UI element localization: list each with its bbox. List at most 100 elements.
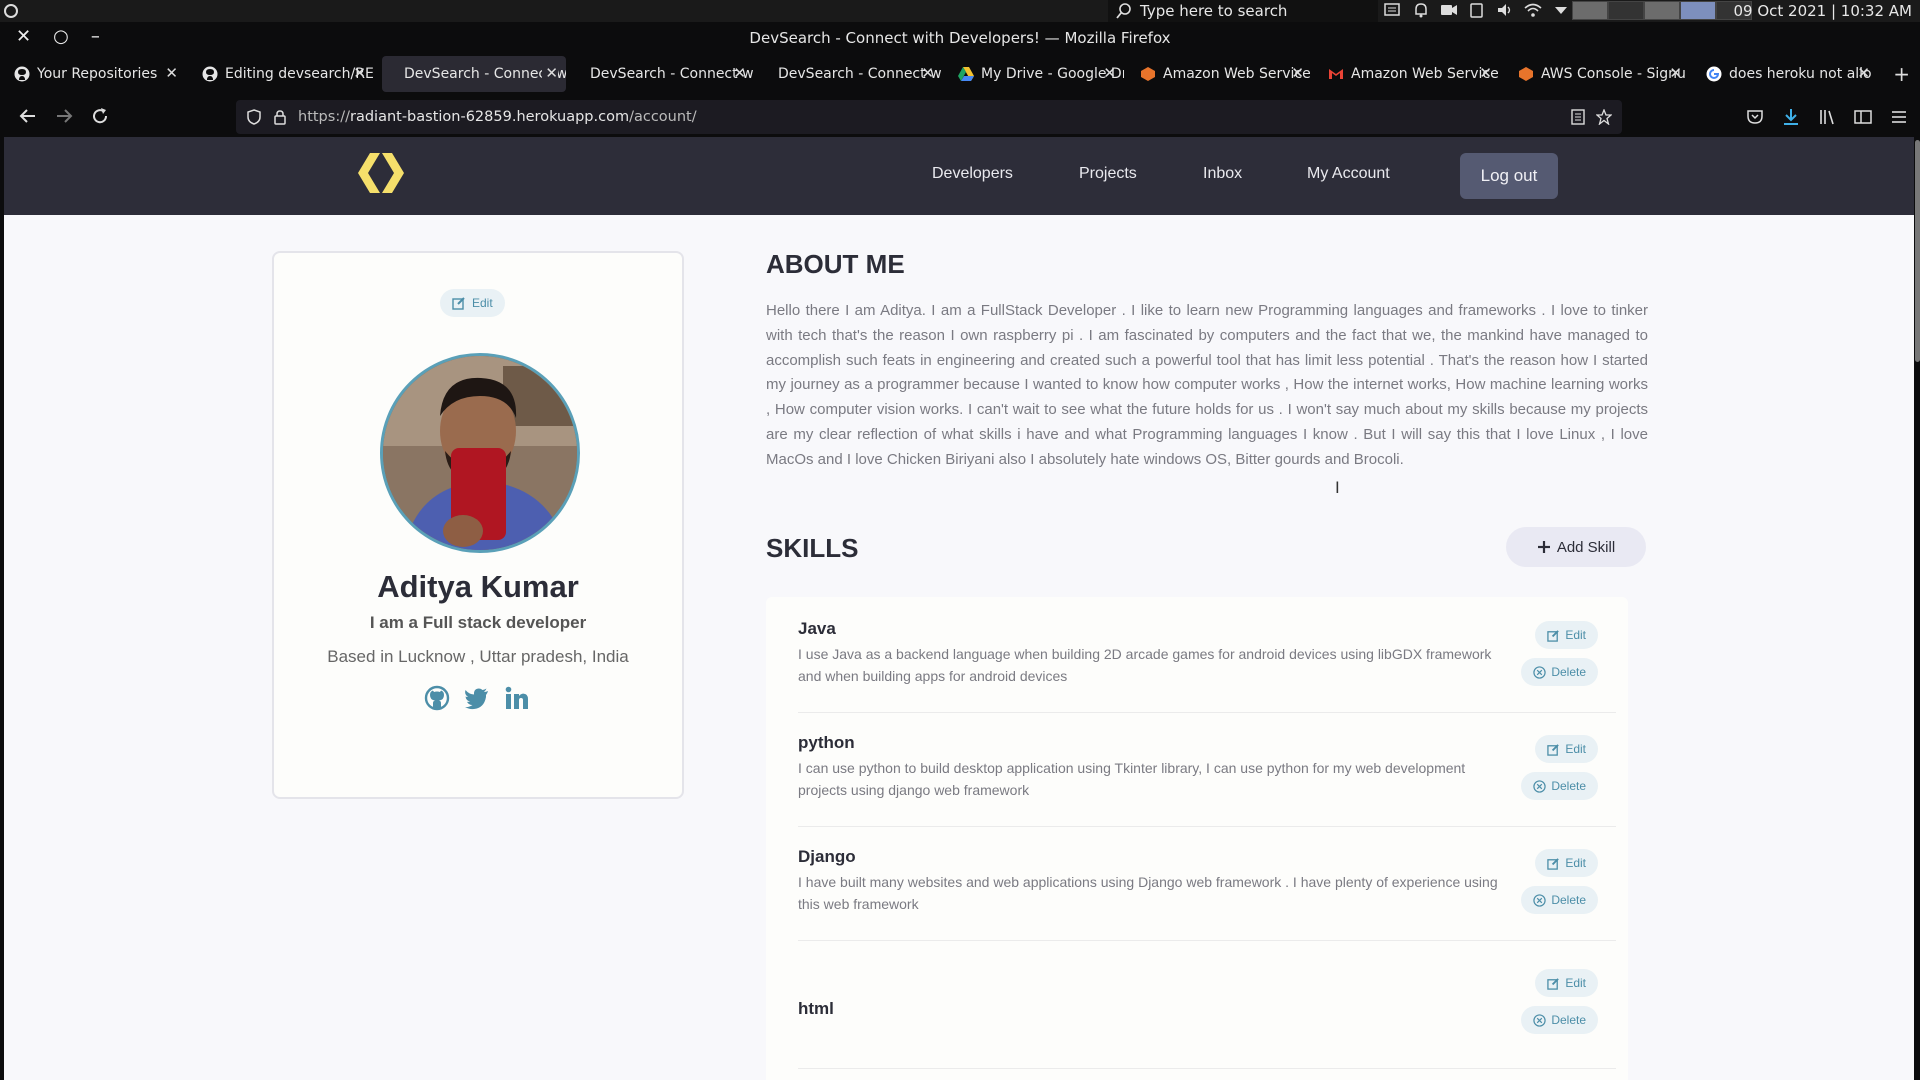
shield-icon[interactable]	[246, 109, 262, 125]
desktop-3[interactable]	[1644, 1, 1680, 20]
nav-inbox[interactable]: Inbox	[1203, 165, 1242, 183]
delete-skill-button[interactable]: Delete	[1521, 772, 1598, 800]
skill-name: python	[798, 733, 855, 752]
url-text[interactable]: https://radiant-bastion-62859.herokuapp.…	[298, 109, 697, 125]
back-arrow-icon[interactable]	[18, 106, 38, 126]
nav-projects[interactable]: Projects	[1079, 165, 1137, 183]
devsearch-logo-icon[interactable]	[356, 151, 406, 195]
volume-icon[interactable]	[1496, 2, 1514, 18]
delete-skill-label: Delete	[1551, 779, 1586, 793]
library-icon[interactable]	[1818, 108, 1836, 126]
edit-skill-button[interactable]: Edit	[1535, 735, 1598, 763]
clipboard-icon[interactable]	[1468, 2, 1486, 18]
close-icon[interactable]: ✕	[1288, 64, 1304, 82]
aws-icon	[1141, 67, 1155, 81]
chevron-down-icon[interactable]	[1552, 2, 1570, 18]
url-bar[interactable]: https://radiant-bastion-62859.herokuapp.…	[236, 100, 1622, 134]
edit-icon	[1547, 857, 1560, 870]
bookmark-star-icon[interactable]	[1596, 109, 1612, 125]
download-icon[interactable]	[1782, 108, 1800, 126]
close-icon[interactable]: ✕	[162, 64, 178, 82]
profile-location: Based in Lucknow , Uttar pradesh, India	[327, 647, 629, 666]
delete-skill-label: Delete	[1551, 893, 1586, 907]
delete-circle-icon	[1533, 779, 1546, 793]
delete-circle-icon	[1533, 893, 1546, 907]
close-icon[interactable]: ✕	[350, 64, 366, 82]
linkedin-icon[interactable]	[504, 685, 530, 711]
skill-name: html	[798, 999, 834, 1018]
search-icon	[1116, 3, 1131, 19]
close-icon[interactable]: ✕	[1854, 64, 1870, 82]
minimize-window-button[interactable]: –	[91, 26, 100, 47]
delete-skill-button[interactable]: Delete	[1521, 658, 1598, 686]
profile-name: Aditya Kumar	[377, 569, 579, 604]
maximize-window-button[interactable]: ○	[53, 26, 69, 47]
tab-your-repositories[interactable]: Your Repositories ✕	[0, 56, 186, 92]
close-icon[interactable]: ✕	[730, 64, 746, 82]
edit-skill-button[interactable]: Edit	[1535, 849, 1598, 877]
delete-skill-button[interactable]: Delete	[1521, 1006, 1598, 1034]
nav-my-account[interactable]: My Account	[1307, 165, 1390, 183]
edit-skill-button[interactable]: Edit	[1535, 969, 1598, 997]
close-icon[interactable]: ✕	[542, 64, 558, 82]
desktop-1[interactable]	[1572, 1, 1608, 20]
tab-aws-gmail[interactable]: Amazon Web Service ✕	[1314, 56, 1500, 92]
edit-skill-label: Edit	[1565, 856, 1586, 870]
delete-skill-button[interactable]: Delete	[1521, 886, 1598, 914]
close-icon[interactable]: ✕	[1476, 64, 1492, 82]
sidebar-icon[interactable]	[1854, 108, 1872, 126]
edit-profile-button[interactable]: Edit	[440, 289, 505, 317]
skill-name: Django	[798, 847, 856, 866]
page-scrollbar-thumb[interactable]	[1915, 140, 1920, 362]
delete-circle-icon	[1533, 665, 1546, 679]
tab-google-drive[interactable]: My Drive - Google Dr ✕	[944, 56, 1124, 92]
profile-photo	[383, 356, 577, 550]
tab-aws-1[interactable]: Amazon Web Service ✕	[1126, 56, 1312, 92]
logout-button[interactable]: Log out	[1460, 153, 1558, 199]
tab-strip: Your Repositories ✕ Editing devsearch/RE…	[0, 56, 1920, 94]
skill-item-java: Java I use Java as a backend language wh…	[798, 619, 1616, 713]
url-host: radiant-bastion-62859.herokuapp.com	[349, 109, 630, 125]
skill-description: I can use python to build desktop applic…	[798, 760, 1466, 798]
edit-skill-label: Edit	[1565, 628, 1586, 642]
tab-devsearch-2[interactable]: DevSearch - Connect wit ✕	[568, 56, 754, 92]
edit-skill-label: Edit	[1565, 976, 1586, 990]
close-icon[interactable]: ✕	[918, 64, 934, 82]
camera-icon[interactable]	[1440, 2, 1458, 18]
nav-developers[interactable]: Developers	[932, 165, 1013, 183]
os-search-box[interactable]: Type here to search	[1108, 0, 1378, 22]
lock-icon[interactable]	[272, 109, 288, 125]
pocket-icon[interactable]	[1746, 108, 1764, 126]
os-menu-icon[interactable]	[4, 4, 18, 18]
os-clock[interactable]: 09 Oct 2021 | 10:32 AM	[1733, 2, 1912, 20]
tab-editing-devsearch[interactable]: Editing devsearch/RE ✕	[188, 56, 374, 92]
add-skill-button[interactable]: Add Skill	[1506, 527, 1646, 567]
window-switcher-icon[interactable]	[1384, 2, 1402, 18]
avatar	[380, 353, 580, 553]
tab-label: DevSearch - Connect wit	[404, 66, 566, 82]
tab-devsearch-3[interactable]: DevSearch - Connect wit ✕	[756, 56, 942, 92]
tab-heroku-search[interactable]: does heroku not allo ✕	[1692, 56, 1878, 92]
new-tab-button[interactable]: +	[1893, 62, 1910, 86]
google-drive-icon	[958, 67, 974, 81]
skill-name: Java	[798, 619, 836, 638]
notification-bell-icon[interactable]	[1412, 2, 1430, 18]
edit-skill-button[interactable]: Edit	[1535, 621, 1598, 649]
skills-list: Java I use Java as a backend language wh…	[766, 597, 1628, 1080]
skill-item-html: html Edit Delete	[798, 961, 1616, 1069]
hamburger-menu-icon[interactable]	[1890, 108, 1908, 126]
forward-arrow-icon[interactable]	[54, 106, 74, 126]
reload-icon[interactable]	[90, 106, 110, 126]
github-icon[interactable]	[424, 685, 450, 711]
wifi-icon[interactable]	[1524, 2, 1542, 18]
tab-aws-console[interactable]: AWS Console - Signu ✕	[1504, 56, 1690, 92]
desktop-4[interactable]	[1680, 1, 1716, 20]
close-window-button[interactable]: ✕	[16, 26, 31, 47]
tab-devsearch-active[interactable]: DevSearch - Connect wit ✕	[382, 56, 566, 92]
twitter-icon[interactable]	[464, 685, 490, 711]
skill-description: I have built many websites and web appli…	[798, 874, 1498, 912]
close-icon[interactable]: ✕	[1100, 64, 1116, 82]
close-icon[interactable]: ✕	[1666, 64, 1682, 82]
desktop-2[interactable]	[1608, 1, 1644, 20]
reader-view-icon[interactable]	[1570, 109, 1586, 125]
